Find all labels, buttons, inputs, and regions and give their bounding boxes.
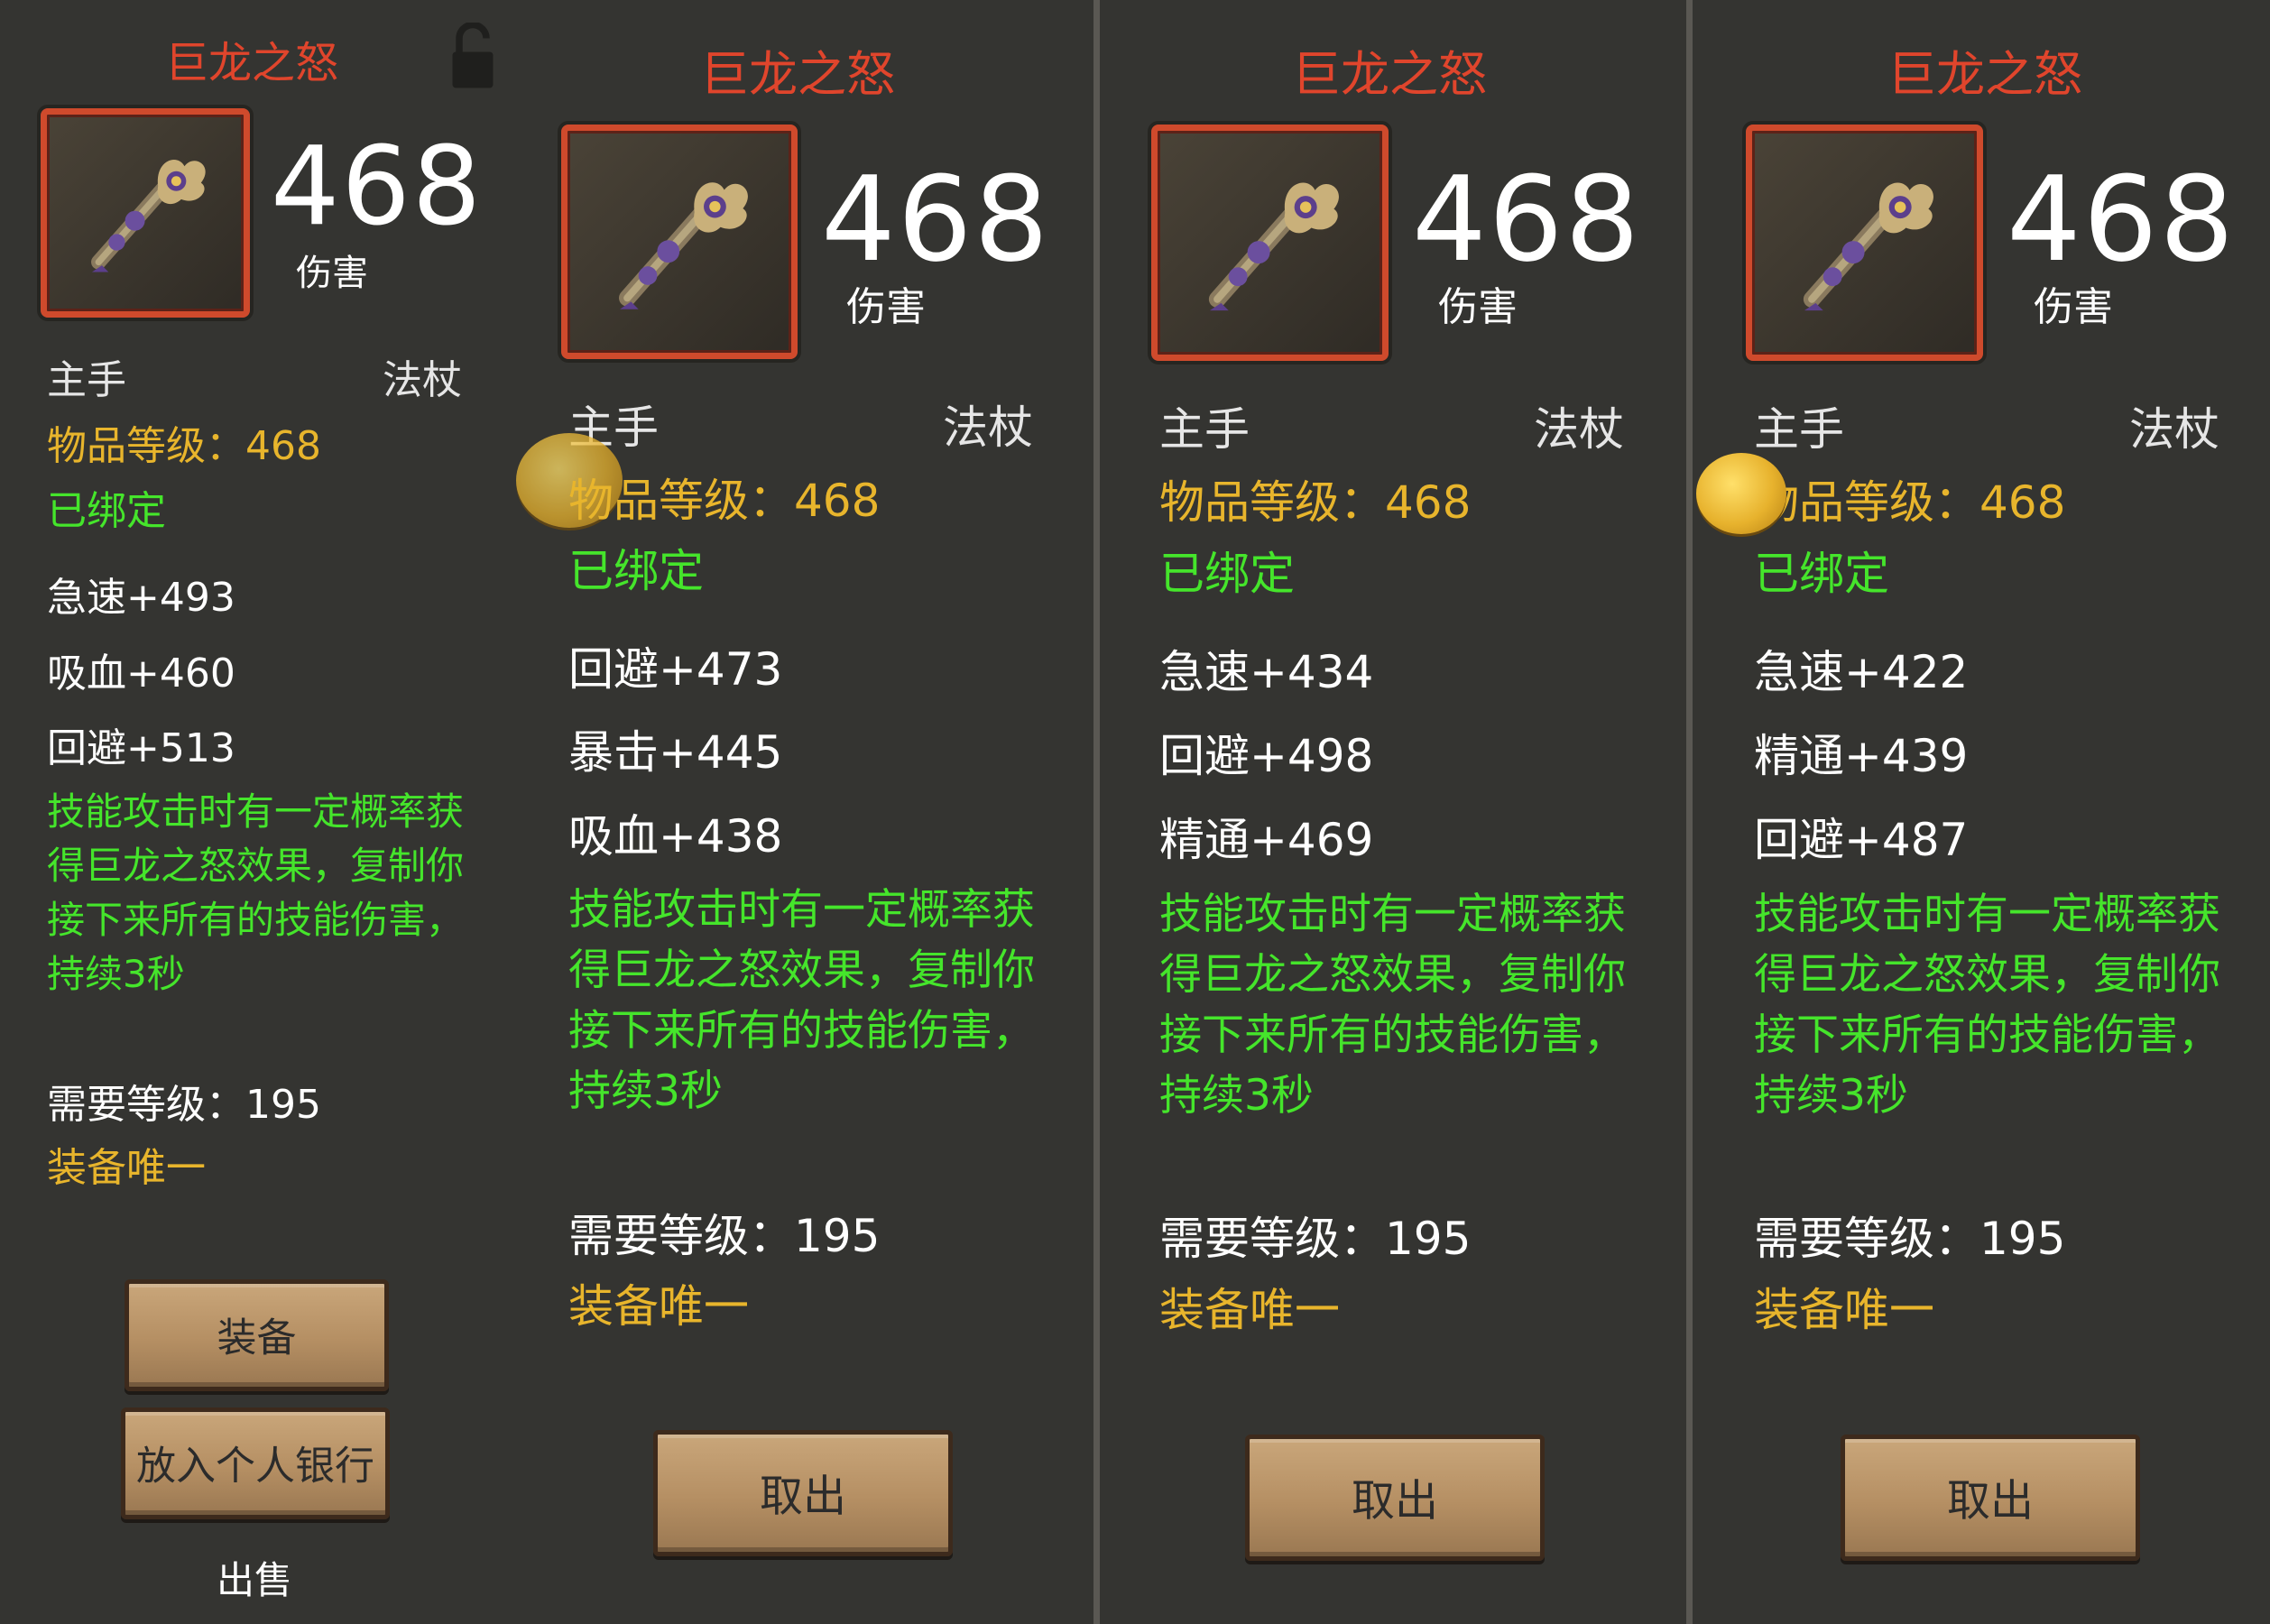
effect-description: 技能攻击时有一定概率获得巨龙之怒效果，复制你接下来所有的技能伤害，持续3秒 — [568, 885, 1035, 1116]
stat-line: 回避+487 — [1754, 814, 1969, 866]
staff-icon — [91, 160, 207, 272]
withdraw-button[interactable]: 取出 — [653, 1430, 953, 1556]
item-title: 巨龙之怒 — [1292, 46, 1487, 103]
staff-icon — [1208, 182, 1339, 310]
weapon-type-label: 法杖 — [1534, 403, 1624, 456]
stat-line: 吸血+438 — [568, 810, 783, 863]
weapon-type-label: 法杖 — [943, 401, 1033, 454]
panel-divider — [1093, 0, 1100, 1624]
stat-line: 回避+498 — [1159, 730, 1374, 782]
sell-button[interactable]: 出售 — [217, 1550, 292, 1605]
damage-label: 伤害 — [296, 253, 368, 294]
bound-status: 已绑定 — [568, 545, 704, 597]
damage-value: 468 — [271, 125, 484, 250]
coin-icon — [1696, 453, 1786, 534]
weapon-type-label: 法杖 — [383, 357, 462, 403]
unique-label: 装备唯一 — [1754, 1284, 1934, 1336]
bound-status: 已绑定 — [1754, 548, 1889, 600]
stat-line: 急速+434 — [1159, 646, 1374, 698]
required-level: 需要等级：195 — [1754, 1213, 2066, 1265]
required-level: 需要等级：195 — [568, 1210, 881, 1262]
item-icon-frame[interactable] — [41, 108, 250, 318]
stat-line: 精通+439 — [1754, 730, 1969, 782]
damage-label: 伤害 — [846, 284, 926, 330]
effect-description: 技能攻击时有一定概率获得巨龙之怒效果，复制你接下来所有的技能伤害，持续3秒 — [1754, 890, 2220, 1121]
item-level: 物品等级：468 — [1754, 476, 2066, 529]
item-icon-frame[interactable] — [1151, 125, 1389, 361]
item-icon-frame[interactable] — [1746, 125, 1983, 361]
deposit-bank-button[interactable]: 放入个人银行 — [121, 1407, 390, 1519]
equip-button-label: 装备 — [217, 1315, 297, 1361]
damage-value: 468 — [2007, 151, 2237, 288]
withdraw-button[interactable]: 取出 — [1841, 1435, 2140, 1561]
unique-label: 装备唯一 — [568, 1280, 749, 1333]
damage-label: 伤害 — [2034, 284, 2113, 330]
withdraw-button-label: 取出 — [1946, 1475, 2034, 1527]
stat-line: 精通+469 — [1159, 814, 1374, 866]
weapon-type-label: 法杖 — [2129, 403, 2219, 456]
stat-line: 吸血+460 — [47, 651, 235, 697]
damage-value: 468 — [821, 151, 1051, 288]
stat-line: 回避+473 — [568, 643, 783, 696]
item-level: 物品等级：468 — [47, 423, 321, 469]
required-level: 需要等级：195 — [1159, 1213, 1472, 1265]
unique-label: 装备唯一 — [1159, 1284, 1340, 1336]
item-icon-frame[interactable] — [561, 125, 798, 359]
stat-line: 暴击+445 — [568, 726, 783, 779]
panel-divider — [1686, 0, 1693, 1624]
withdraw-button[interactable]: 取出 — [1245, 1435, 1545, 1561]
stat-line: 急速+493 — [47, 575, 235, 621]
lock-icon[interactable] — [449, 23, 496, 90]
item-title: 巨龙之怒 — [1887, 46, 2082, 103]
damage-label: 伤害 — [1438, 284, 1518, 330]
item-title: 巨龙之怒 — [165, 38, 339, 88]
slot-label: 主手 — [47, 357, 126, 403]
item-level: 物品等级：468 — [568, 475, 881, 527]
stat-line: 回避+513 — [47, 725, 235, 771]
staff-icon — [618, 181, 748, 309]
withdraw-button-label: 取出 — [759, 1471, 846, 1522]
damage-value: 468 — [1412, 151, 1642, 288]
slot-label: 主手 — [1159, 403, 1250, 456]
effect-description: 技能攻击时有一定概率获得巨龙之怒效果，复制你接下来所有的技能伤害，持续3秒 — [1159, 890, 1626, 1121]
deposit-bank-button-label: 放入个人银行 — [136, 1443, 374, 1490]
effect-description: 技能攻击时有一定概率获得巨龙之怒效果，复制你接下来所有的技能伤害，持续3秒 — [47, 789, 465, 996]
slot-label: 主手 — [1754, 403, 1844, 456]
unique-label: 装备唯一 — [47, 1145, 206, 1191]
stat-line: 急速+422 — [1754, 646, 1969, 698]
required-level: 需要等级：195 — [47, 1082, 321, 1128]
equip-button[interactable]: 装备 — [125, 1279, 389, 1391]
bound-status: 已绑定 — [1159, 548, 1295, 600]
item-level: 物品等级：468 — [1159, 476, 1472, 529]
item-title: 巨龙之怒 — [700, 46, 895, 103]
withdraw-button-label: 取出 — [1351, 1475, 1438, 1527]
bound-status: 已绑定 — [47, 488, 166, 534]
staff-icon — [1803, 182, 1933, 310]
